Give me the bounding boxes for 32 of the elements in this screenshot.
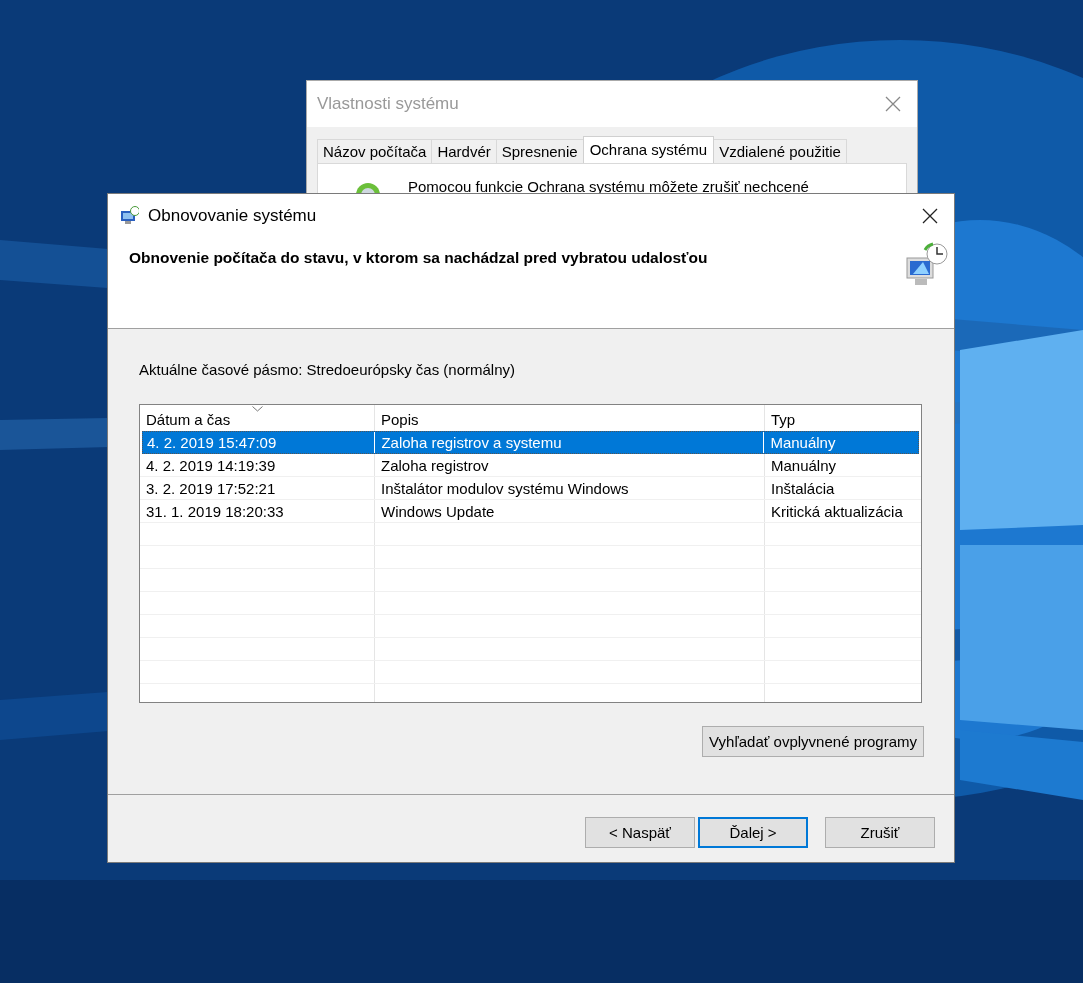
description-text: Pomocou funkcie Ochrana systému môžete zrušiť nechcené [408, 178, 809, 195]
table-cell: 4. 2. 2019 14:19:39 [140, 454, 375, 476]
table-cell: Windows Update [375, 500, 765, 522]
table-cell-text: Kritická aktualizácia [770, 502, 904, 522]
table-cell-text: Manuálny [770, 456, 838, 476]
system-restore-icon [119, 206, 139, 226]
table-cell: Zaloha registrov [375, 454, 765, 476]
window-title: Vlastnosti systému [317, 94, 459, 114]
table-cell: 3. 2. 2019 17:52:21 [140, 477, 375, 499]
heading-text: Obnovenie počítača do stavu, v ktorom sa nachádzal pred vybratou udalosťou [129, 248, 708, 268]
dialog-button[interactable]: < Naspäť [585, 817, 695, 848]
table-row[interactable]: 3. 2. 2019 17:52:21 Inštalátor modulov systému Windows Inštalácia [140, 477, 921, 500]
timezone-label: Aktuálne časové pásmo: Stredoeurópsky čas (normálny) [139, 361, 516, 380]
tab[interactable]: Názov počítača [317, 139, 433, 163]
table-cell-text: Manuálny [769, 433, 837, 453]
table-row[interactable]: 4. 2. 2019 15:47:09 Zaloha registrov a systemu Manuálny [142, 431, 919, 454]
table-cell: 31. 1. 2019 18:20:33 [140, 500, 375, 522]
close-icon[interactable] [922, 208, 938, 224]
tab[interactable]: Vzdialené použitie [713, 139, 847, 163]
window-title: Obnovovanie systému [148, 206, 318, 226]
scan-programs-button[interactable]: Vyhľadať ovplyvnené programy [702, 726, 924, 757]
table-row[interactable]: 31. 1. 2019 18:20:33 Windows Update Kritická aktualizácia [140, 500, 921, 523]
table-cell: Inštalátor modulov systému Windows [375, 477, 765, 499]
table-cell: 4. 2. 2019 15:47:09 [143, 432, 376, 453]
dialog-button[interactable]: Zrušiť [825, 817, 935, 848]
dialog-button[interactable]: Ďalej > [698, 817, 808, 848]
tab[interactable]: Spresnenie [495, 139, 584, 163]
table-cell: Zaloha registrov a systemu [375, 432, 765, 453]
tab[interactable]: Ochrana systému [582, 136, 715, 163]
system-restore-icon [903, 242, 949, 288]
table-cell-text: Inštalácia [770, 479, 836, 499]
table-row[interactable]: 4. 2. 2019 14:19:39 Zaloha registrov Manuálny [140, 454, 921, 477]
